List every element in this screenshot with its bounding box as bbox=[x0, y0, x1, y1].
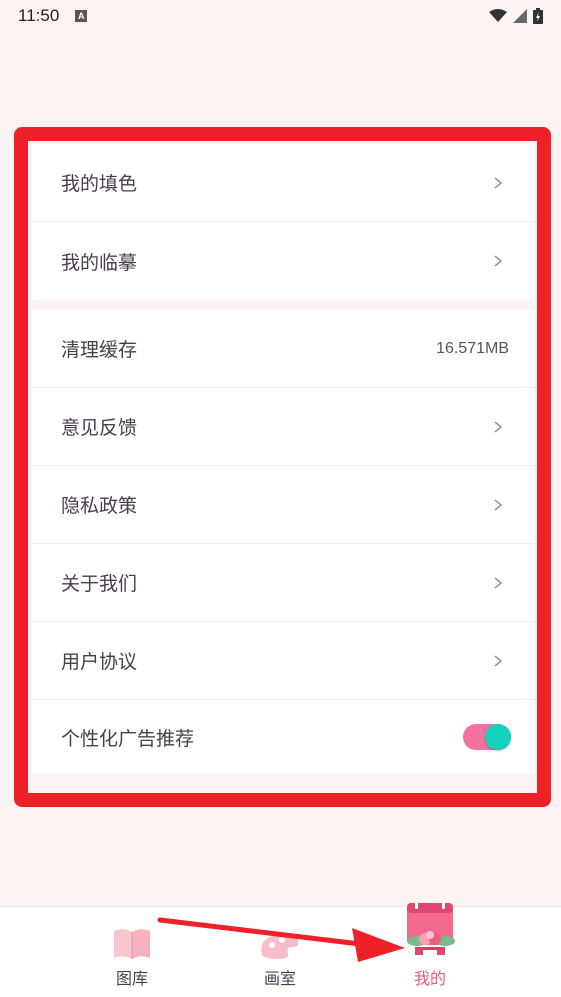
battery-charging-icon bbox=[533, 8, 543, 24]
tab-mine[interactable]: 我的 bbox=[370, 901, 490, 997]
tab-label: 画室 bbox=[263, 969, 296, 988]
tab-studio[interactable]: 画室 bbox=[220, 907, 340, 997]
tab-label: 我的 bbox=[413, 969, 446, 988]
highlight-box bbox=[14, 127, 551, 807]
book-icon bbox=[114, 929, 150, 959]
status-icons bbox=[489, 8, 543, 24]
wifi-icon bbox=[489, 9, 507, 22]
calendar-flower-icon bbox=[407, 901, 455, 955]
signal-icon bbox=[513, 9, 527, 23]
tab-gallery[interactable]: 图库 bbox=[72, 907, 192, 997]
status-time: 11:50 bbox=[18, 6, 60, 25]
palette-icon bbox=[261, 933, 299, 959]
tab-label: 图库 bbox=[115, 969, 148, 988]
status-bar: 11:50 A bbox=[0, 0, 561, 32]
a-letter-icon: A bbox=[75, 10, 88, 22]
bottom-tab-bar: 图库 画室 我的 bbox=[0, 901, 561, 997]
